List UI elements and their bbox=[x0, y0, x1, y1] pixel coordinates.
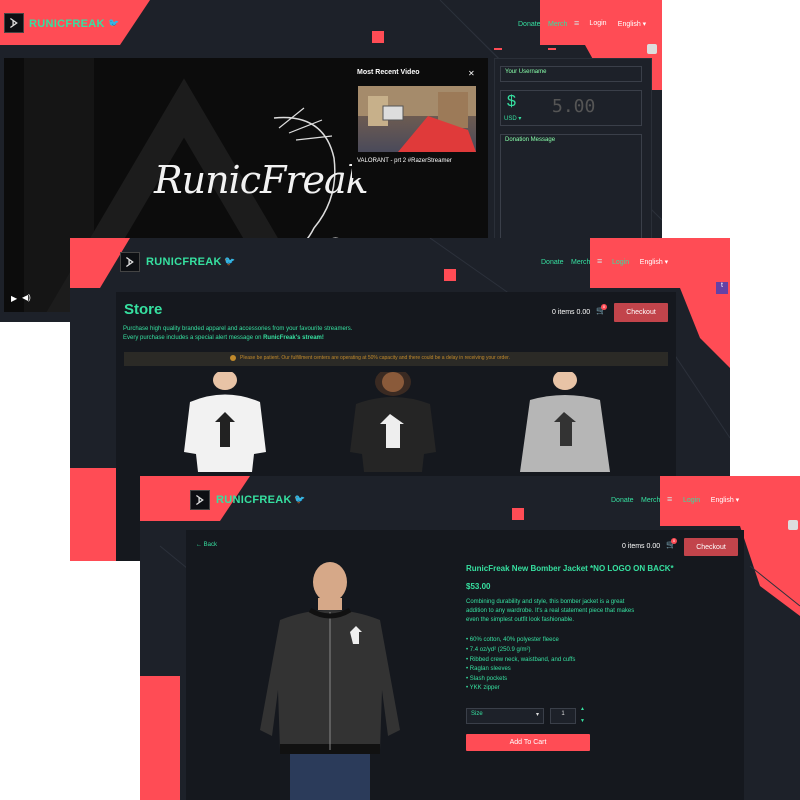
twitter-icon[interactable]: 🐦 bbox=[224, 256, 235, 267]
close-icon[interactable]: ✕ bbox=[468, 69, 475, 78]
bomber-jacket-image bbox=[260, 562, 400, 800]
product-bullet: • 7.4 oz/yd² (250.9 g/m²) bbox=[466, 647, 531, 653]
notice-text: Please be patient. Our fulfillment cente… bbox=[240, 355, 510, 361]
chevron-down-icon: ▾ bbox=[535, 712, 539, 718]
size-select[interactable]: Size ▾ bbox=[466, 708, 544, 724]
nav-donate[interactable]: Donate bbox=[611, 497, 634, 504]
product-image[interactable] bbox=[250, 560, 420, 800]
username-input[interactable]: Your Username bbox=[500, 66, 642, 82]
product-card[interactable] bbox=[338, 368, 448, 472]
brand-name[interactable]: RUNICFREAK bbox=[146, 256, 222, 268]
menu-icon[interactable]: ≡ bbox=[667, 495, 672, 504]
cart-summary: 0 items 0.00 bbox=[552, 309, 591, 316]
black-tshirt-image bbox=[350, 368, 436, 472]
nav-merch[interactable]: Merch bbox=[571, 259, 590, 266]
nav-donate[interactable]: Donate bbox=[541, 259, 564, 266]
cart-summary: 0 items 0.00 bbox=[622, 543, 661, 550]
login-link[interactable]: Login bbox=[612, 259, 629, 266]
volume-icon[interactable]: ◀) bbox=[22, 293, 31, 302]
video-logo-text: RunicFreak bbox=[154, 158, 369, 202]
menu-icon[interactable]: ≡ bbox=[597, 257, 602, 266]
login-link[interactable]: Login bbox=[683, 497, 700, 504]
decor-square bbox=[372, 31, 384, 43]
site-logo[interactable] bbox=[190, 490, 210, 510]
twitter-icon[interactable]: 🐦 bbox=[108, 18, 119, 29]
store-desc-line1: Purchase high quality branded apparel an… bbox=[123, 326, 353, 332]
twitter-icon[interactable]: 🐦 bbox=[294, 494, 305, 505]
currency-select[interactable]: USD ▾ bbox=[504, 115, 521, 122]
nav-merch[interactable]: Merch bbox=[641, 497, 660, 504]
product-desc-line2: addition to any wardrobe. It's a real st… bbox=[466, 608, 635, 614]
language-select[interactable]: English ▾ bbox=[709, 493, 741, 506]
product-title: RunicFreak New Bomber Jacket *NO LOGO ON… bbox=[466, 564, 674, 573]
chat-icon[interactable] bbox=[647, 44, 657, 54]
currency-symbol: $ bbox=[507, 93, 516, 110]
quantity-up-icon[interactable]: ▲ bbox=[580, 706, 585, 712]
brand-name[interactable]: RUNICFREAK bbox=[29, 18, 105, 30]
product-card[interactable] bbox=[170, 370, 280, 472]
product-bullet: • Slash pockets bbox=[466, 676, 508, 682]
recent-video-thumbnail[interactable] bbox=[358, 86, 476, 152]
login-button[interactable]: Login bbox=[587, 17, 609, 30]
game-scene-image bbox=[358, 86, 476, 152]
twitch-icon[interactable]: t bbox=[716, 282, 728, 294]
product-bullet: • YKK zipper bbox=[466, 685, 500, 691]
product-desc-line3: even the simplest outfit look fashionabl… bbox=[466, 617, 575, 623]
back-link[interactable]: ← Back bbox=[196, 542, 217, 548]
grey-sweater-image bbox=[520, 370, 610, 472]
menu-icon[interactable]: ≡ bbox=[574, 19, 579, 28]
language-select[interactable]: English ▾ bbox=[638, 255, 670, 268]
amount-input[interactable]: 5.00 bbox=[552, 96, 595, 117]
store-desc-line2: Every purchase includes a special alert … bbox=[123, 335, 324, 341]
brand-name[interactable]: RUNICFREAK bbox=[216, 494, 292, 506]
nav-donate[interactable]: Donate bbox=[518, 21, 541, 28]
white-tshirt-image bbox=[184, 370, 266, 472]
decor-square bbox=[444, 269, 456, 281]
language-select[interactable]: English ▾ bbox=[617, 17, 647, 30]
product-desc-line1: Combining durability and style, this bom… bbox=[466, 599, 625, 605]
screenshot-product-page: RUNICFREAK 🐦 Donate Merch ≡ Login Englis… bbox=[140, 476, 800, 800]
quantity-input[interactable]: 1 bbox=[550, 708, 576, 724]
site-logo[interactable] bbox=[4, 13, 24, 33]
notice-icon bbox=[230, 355, 236, 361]
store-title: Store bbox=[124, 301, 163, 318]
product-card[interactable] bbox=[510, 370, 620, 472]
recent-video-popup: Most Recent Video ✕ VALORANT - prt 2 #Ra… bbox=[352, 58, 488, 178]
quantity-down-icon[interactable]: ▼ bbox=[580, 718, 585, 724]
chat-icon[interactable] bbox=[788, 520, 798, 530]
product-bullet: • Ribbed crew neck, waistband, and cuffs bbox=[466, 657, 576, 663]
decor-square bbox=[512, 508, 524, 520]
site-logo[interactable] bbox=[120, 252, 140, 272]
nav-merch[interactable]: Merch bbox=[548, 21, 567, 28]
recent-video-caption[interactable]: VALORANT - prt 2 #RazerStreamer bbox=[357, 158, 452, 164]
product-bullet: • Raglan sleeves bbox=[466, 666, 511, 672]
cart-badge: 0 bbox=[671, 538, 677, 544]
product-bullet: • 60% cotton, 40% polyester fleece bbox=[466, 637, 559, 643]
checkout-button[interactable]: Checkout bbox=[614, 303, 668, 322]
play-icon[interactable]: ▶ bbox=[11, 294, 17, 303]
product-price: $53.00 bbox=[466, 582, 491, 591]
recent-video-heading: Most Recent Video bbox=[357, 69, 420, 76]
checkout-button[interactable]: Checkout bbox=[684, 538, 738, 556]
cart-badge: 0 bbox=[601, 304, 607, 310]
add-to-cart-button[interactable]: Add To Cart bbox=[466, 734, 590, 751]
